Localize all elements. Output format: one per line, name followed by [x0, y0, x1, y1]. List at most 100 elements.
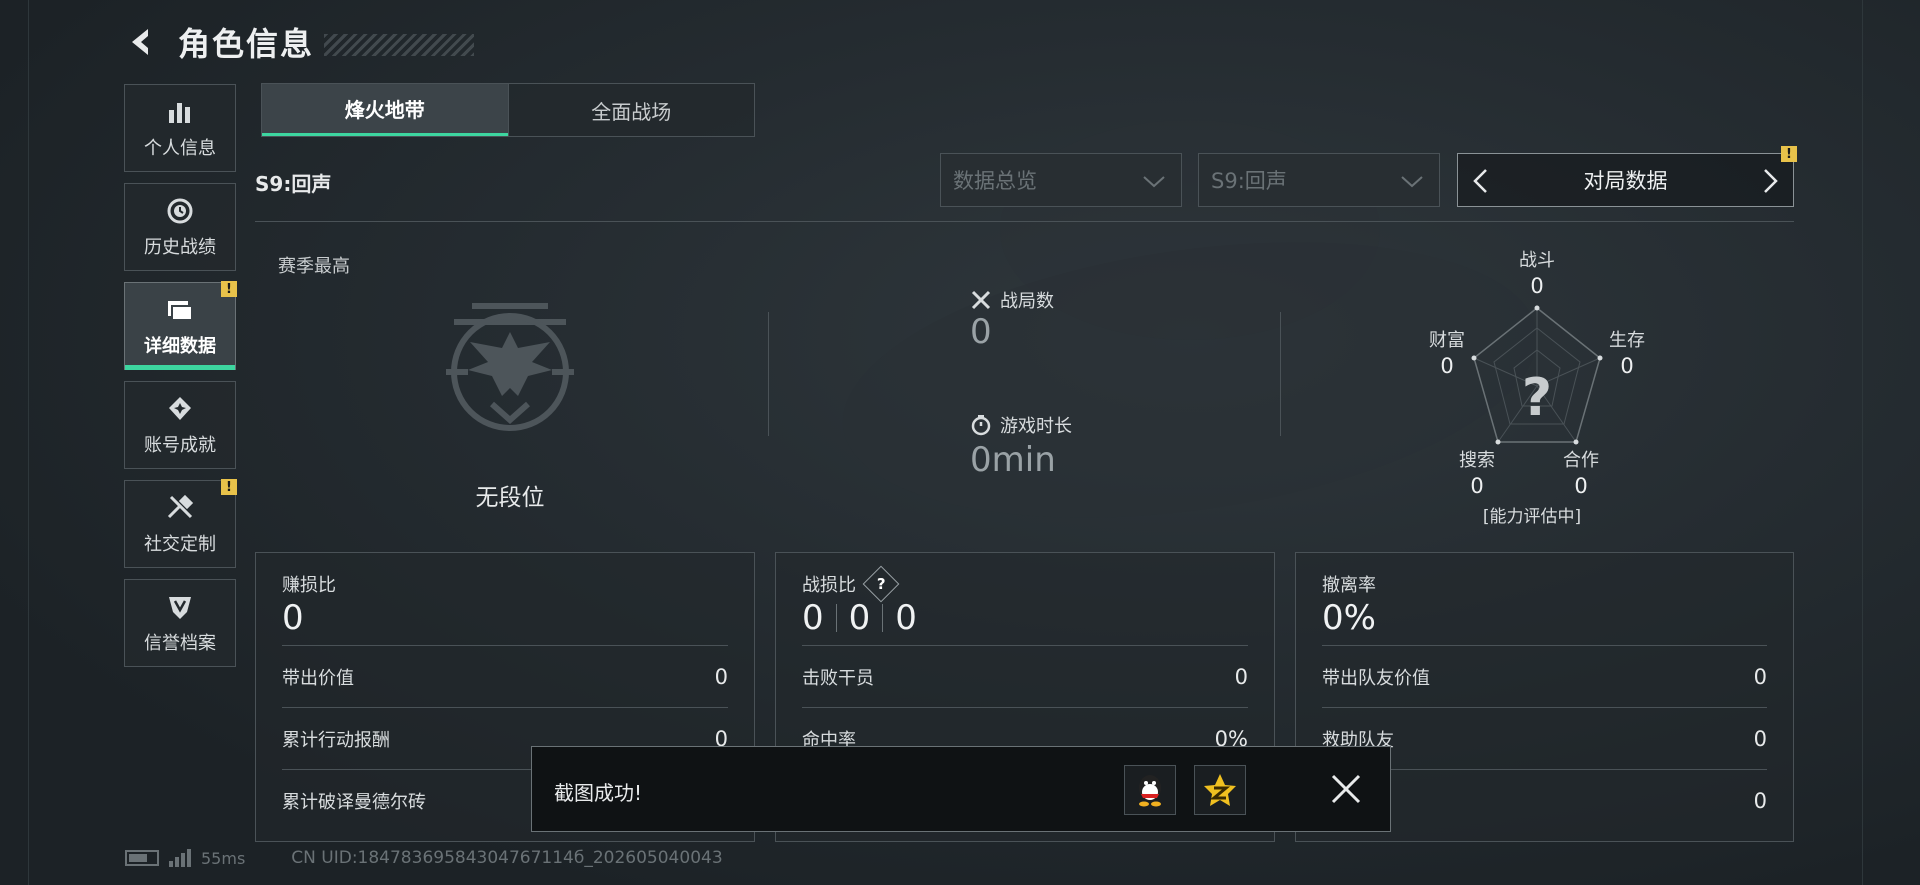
stopwatch-icon [971, 415, 991, 436]
sidebar-item-label: 个人信息 [144, 138, 216, 159]
deco-line [1862, 0, 1863, 885]
bar-chart-icon [164, 96, 196, 128]
profit-value: 0 [282, 598, 304, 638]
folder-icon [164, 294, 196, 326]
season-select[interactable]: S9:回声 [1198, 153, 1440, 207]
chevron-down-icon [1143, 176, 1165, 188]
chevron-right-icon[interactable] [1759, 167, 1781, 195]
radar-status: [能力评估中] [1482, 507, 1582, 527]
extract-value: 0% [1322, 598, 1376, 638]
divider [1280, 312, 1281, 436]
stat-row-label: 累计破译曼德尔砖 [282, 791, 426, 813]
share-qzone-button[interactable] [1194, 765, 1246, 815]
season-best-label: 赛季最高 [278, 256, 350, 277]
stat-row-label: 带出价值 [282, 667, 354, 689]
data-pager: 对局数据 ! [1457, 146, 1797, 207]
sidebar-item-social[interactable]: 社交定制 ! [124, 479, 237, 568]
matches-value: 0 [970, 312, 992, 352]
chevron-left-icon[interactable] [1470, 167, 1492, 195]
combat-values: 0 0 0 [802, 598, 917, 638]
extract-label: 撤离率 [1322, 575, 1376, 596]
toast-message: 截图成功! [554, 781, 643, 805]
sidebar-item-reputation[interactable]: 信誉档案 [124, 579, 236, 667]
stat-row-value: 0 [1753, 664, 1767, 689]
signal-icon [169, 849, 193, 867]
ability-radar: ? 战斗 0 生存 0 财富 0 搜索 0 合作 0 [能力评估中] [1429, 246, 1680, 527]
playtime-label: 游戏时长 [970, 412, 1072, 438]
page-title: 角色信息 [178, 25, 315, 63]
divider [768, 312, 769, 436]
sidebar-item-label: 详细数据 [144, 336, 216, 357]
radar-combat-value: 0 [1530, 274, 1544, 298]
share-qq-button[interactable] [1124, 765, 1176, 815]
overview-select[interactable]: 数据总览 [940, 153, 1182, 207]
radar-survival-value: 0 [1620, 354, 1634, 378]
screenshot-toast: 截图成功! [531, 746, 1391, 832]
overview-select-value: 数据总览 [953, 169, 1037, 193]
combat-value: 0 [848, 598, 871, 638]
divider [255, 221, 1794, 222]
qq-icon [1139, 775, 1161, 807]
sidebar-item-label: 历史战绩 [144, 237, 216, 258]
radar-combat-label: 战斗 [1519, 250, 1555, 271]
stat-row: 带出价值 0 [282, 645, 728, 707]
rank-label: 无段位 [475, 485, 545, 511]
combat-value: 0 [895, 598, 917, 638]
stat-row-value: 0 [714, 664, 728, 689]
matches-label-text: 战局数 [1000, 291, 1054, 312]
close-icon[interactable] [1328, 771, 1364, 807]
stat-row: 带出队友价值 0 [1322, 645, 1767, 707]
pager-label: 对局数据 [1583, 169, 1668, 193]
warning-badge: ! [221, 479, 237, 495]
profit-label: 赚损比 [282, 575, 336, 596]
radar-search-value: 0 [1470, 474, 1484, 498]
stat-row-value: 0 [1753, 788, 1767, 813]
crossed-swords-icon [971, 290, 991, 310]
mode-tabs: 烽火地带 全面战场 [261, 83, 755, 137]
tab-hazard-zone[interactable]: 烽火地带 [262, 84, 508, 136]
radar-survival-label: 生存 [1609, 330, 1645, 351]
matches-label: 战局数 [970, 287, 1054, 313]
season-label: S9:回声 [255, 172, 332, 196]
stat-row-value: 0 [1753, 726, 1767, 751]
rank-emblem-icon [446, 303, 574, 431]
back-arrow-icon [132, 29, 148, 55]
status-footer: 55ms CN UID:18478369584304767114б_202605… [125, 848, 723, 868]
season-select-value: S9:回声 [1211, 169, 1287, 193]
sidebar-item-detailed-data[interactable]: 详细数据 ! [124, 281, 237, 370]
back-button[interactable] [124, 24, 160, 60]
separator [882, 604, 884, 632]
radar-unknown-glyph: ? [1521, 368, 1553, 428]
sidebar: 个人信息 历史战绩 详细数据 ! 账号成就 社交定制 ! 信誉档案 [124, 84, 238, 678]
combat-value: 0 [802, 598, 824, 638]
stat-row-value: 0 [1234, 664, 1248, 689]
sidebar-item-achievements[interactable]: 账号成就 [124, 381, 236, 469]
header: 角色信息 [124, 18, 475, 66]
tab-full-battlefield[interactable]: 全面战场 [507, 84, 755, 136]
title-hatch [324, 34, 475, 56]
radar-coop-label: 合作 [1563, 450, 1599, 471]
tools-icon [164, 492, 196, 524]
history-icon [164, 195, 196, 227]
battery-icon [125, 850, 159, 866]
help-button[interactable]: ? [862, 565, 900, 603]
sidebar-item-history[interactable]: 历史战绩 [124, 183, 236, 271]
stat-row-label: 带出队友价值 [1322, 667, 1430, 689]
warning-badge: ! [221, 281, 237, 297]
playtime-value: 0min [970, 440, 1056, 480]
sidebar-item-personal-info[interactable]: 个人信息 [124, 84, 236, 172]
chevron-down-icon [1401, 176, 1423, 188]
separator [835, 604, 837, 632]
combat-label: 战损比 ? [802, 565, 900, 603]
radar-wealth-value: 0 [1440, 354, 1454, 378]
help-icon: ? [876, 574, 886, 593]
stat-row: 击败干员 0 [802, 645, 1248, 707]
radar-coop-value: 0 [1574, 474, 1588, 498]
radar-search-label: 搜索 [1459, 450, 1495, 471]
playtime-label-text: 游戏时长 [1000, 416, 1072, 437]
ping-value: 55ms [201, 848, 246, 868]
uid-text: CN UID:18478369584304767114б_20260504004… [291, 848, 723, 868]
stat-row-label: 累计行动报酬 [282, 729, 390, 751]
deco-line [28, 0, 29, 885]
shield-icon [164, 591, 196, 623]
